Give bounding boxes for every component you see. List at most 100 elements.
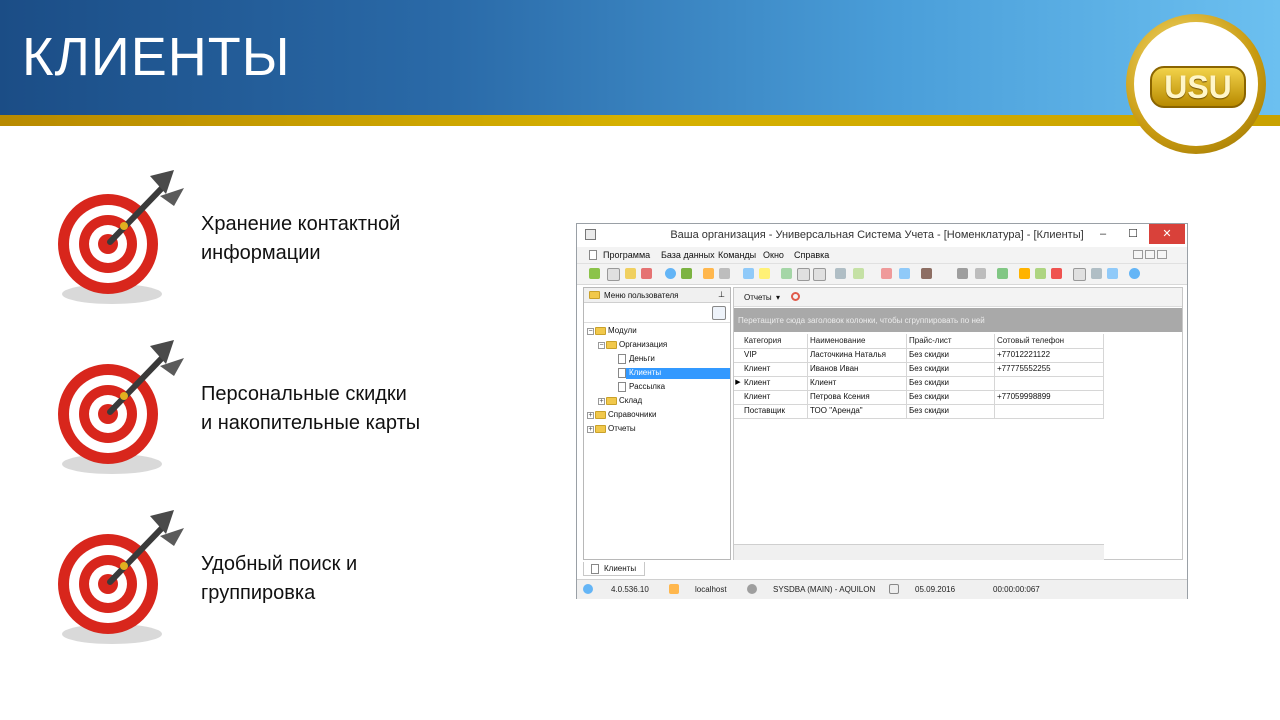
expand-toggle[interactable]: + — [598, 398, 605, 405]
table-row[interactable]: Клиент Иванов Иван Без скидки +777755522… — [734, 362, 1104, 377]
expand-icon[interactable] — [797, 268, 810, 281]
cell-category[interactable]: VIP — [742, 348, 808, 362]
import-icon[interactable] — [781, 268, 792, 279]
cell-mobile[interactable] — [995, 404, 1104, 418]
tree-item-modules[interactable]: Модули — [608, 326, 637, 335]
pin-icon[interactable]: ⊥ — [718, 290, 725, 299]
tree-item-mailing[interactable]: Рассылка — [629, 382, 665, 391]
wrench-icon[interactable] — [975, 268, 986, 279]
cell-pricelist[interactable]: Без скидки — [907, 348, 995, 362]
search-icon[interactable] — [665, 268, 676, 279]
info-icon[interactable] — [1129, 268, 1140, 279]
lock-icon[interactable] — [1019, 268, 1030, 279]
cell-mobile[interactable]: +77775552255 — [995, 362, 1104, 376]
mdi-minimize-button[interactable] — [1133, 250, 1143, 259]
cell-category[interactable]: Поставщик — [742, 404, 808, 418]
tree-item-clients[interactable]: Клиенты — [629, 368, 661, 377]
tree-item-money[interactable]: Деньги — [629, 354, 655, 363]
menu-window[interactable]: Окно — [763, 250, 784, 260]
cell-pricelist[interactable]: Без скидки — [907, 376, 995, 390]
tab-clients[interactable]: Клиенты — [583, 562, 645, 576]
search-icon[interactable] — [712, 306, 726, 320]
tree-item-warehouse[interactable]: Склад — [619, 396, 642, 405]
cell-name[interactable]: Ласточкина Наталья — [808, 348, 907, 362]
folder-icon — [606, 341, 617, 349]
usu-logo: USU — [1126, 14, 1266, 154]
menu-commands[interactable]: Команды — [718, 250, 756, 260]
menu-program[interactable]: Программа — [603, 250, 650, 260]
menu-help[interactable]: Справка — [794, 250, 829, 260]
user-menu-title: Меню пользователя — [604, 291, 679, 300]
minimize-button[interactable]: – — [1089, 224, 1117, 244]
redo-icon[interactable] — [1107, 268, 1118, 279]
cell-name[interactable]: Клиент — [808, 376, 907, 390]
table-row[interactable]: Клиент Петрова Ксения Без скидки +770599… — [734, 390, 1104, 405]
table-row[interactable]: ▶ Клиент Клиент Без скидки — [734, 376, 1104, 391]
chevron-down-icon[interactable]: ▾ — [776, 293, 780, 302]
cell-mobile[interactable]: +77012221122 — [995, 348, 1104, 362]
cell-name[interactable]: ТОО "Аренда" — [808, 404, 907, 418]
filter-clear-icon[interactable] — [719, 268, 730, 279]
filter-icon[interactable] — [703, 268, 714, 279]
cell-name[interactable]: Иванов Иван — [808, 362, 907, 376]
cell-mobile[interactable]: +77059998899 — [995, 390, 1104, 404]
collapse-icon[interactable] — [813, 268, 826, 281]
cell-category[interactable]: Клиент — [742, 362, 808, 376]
feature-item: Персональные скидки и накопительные карт… — [50, 336, 510, 486]
mdi-restore-button[interactable] — [1145, 250, 1155, 259]
cell-pricelist[interactable]: Без скидки — [907, 404, 995, 418]
delete-icon[interactable] — [641, 268, 652, 279]
tree-item-organization[interactable]: Организация — [619, 340, 667, 349]
note-icon[interactable] — [759, 268, 770, 279]
exit-icon[interactable] — [1051, 268, 1062, 279]
edit-icon[interactable] — [625, 268, 636, 279]
maximize-button[interactable]: ☐ — [1119, 224, 1147, 244]
window-titlebar[interactable]: Ваша организация - Универсальная Система… — [577, 224, 1187, 246]
copy-icon[interactable] — [607, 268, 620, 281]
tree-item-reports[interactable]: Отчеты — [608, 424, 636, 433]
column-header-pricelist[interactable]: Прайс-лист — [907, 334, 995, 348]
target-dart-icon — [58, 340, 184, 474]
printer-icon[interactable] — [1091, 268, 1102, 279]
cell-category[interactable]: Клиент — [742, 376, 808, 390]
clients-panel: Отчеты ▾ Перетащите сюда заголовок колон… — [733, 287, 1183, 560]
cell-category[interactable]: Клиент — [742, 390, 808, 404]
collapse-toggle[interactable]: − — [598, 342, 605, 349]
feature-item: Удобный поиск и группировка — [50, 506, 510, 656]
window-new-icon[interactable] — [881, 268, 892, 279]
mdi-close-button[interactable] — [1157, 250, 1167, 259]
calendar-icon[interactable] — [1073, 268, 1086, 281]
export-icon[interactable] — [743, 268, 754, 279]
cell-pricelist[interactable]: Без скидки — [907, 362, 995, 376]
column-header-name[interactable]: Наименование — [808, 334, 907, 348]
print-preview-icon[interactable] — [835, 268, 846, 279]
cell-mobile[interactable] — [995, 376, 1104, 390]
window-close-icon[interactable] — [899, 268, 910, 279]
user-menu-panel: Меню пользователя ⊥ − Модули − Организац… — [583, 287, 731, 560]
column-header-category[interactable]: Категория — [742, 334, 808, 348]
image-icon[interactable] — [997, 268, 1008, 279]
status-date: 05.09.2016 — [915, 585, 956, 594]
settings-icon[interactable] — [681, 268, 692, 279]
menu-database[interactable]: База данных — [661, 250, 715, 260]
slide-title: КЛИЕНТЫ — [22, 27, 291, 87]
tree-item-references[interactable]: Справочники — [608, 410, 656, 419]
refresh-icon[interactable] — [589, 268, 600, 279]
expand-toggle[interactable]: + — [587, 412, 594, 419]
expand-toggle[interactable]: + — [587, 426, 594, 433]
collapse-toggle[interactable]: − — [587, 328, 594, 335]
table-row[interactable]: VIP Ласточкина Наталья Без скидки +77012… — [734, 348, 1104, 363]
group-by-panel[interactable]: Перетащите сюда заголовок колонки, чтобы… — [734, 308, 1182, 332]
cell-pricelist[interactable]: Без скидки — [907, 390, 995, 404]
user-icon[interactable] — [921, 268, 932, 279]
layout-icon[interactable] — [853, 268, 864, 279]
table-row[interactable]: Поставщик ТОО "Аренда" Без скидки — [734, 404, 1104, 419]
reports-dropdown[interactable]: Отчеты — [744, 293, 772, 302]
cell-name[interactable]: Петрова Ксения — [808, 390, 907, 404]
tools-icon[interactable] — [957, 268, 968, 279]
close-button[interactable]: ✕ — [1149, 224, 1185, 244]
column-header-mobile[interactable]: Сотовый телефон — [995, 334, 1104, 348]
document-icon — [618, 354, 626, 364]
users-icon[interactable] — [1035, 268, 1046, 279]
stop-icon[interactable] — [791, 292, 800, 301]
